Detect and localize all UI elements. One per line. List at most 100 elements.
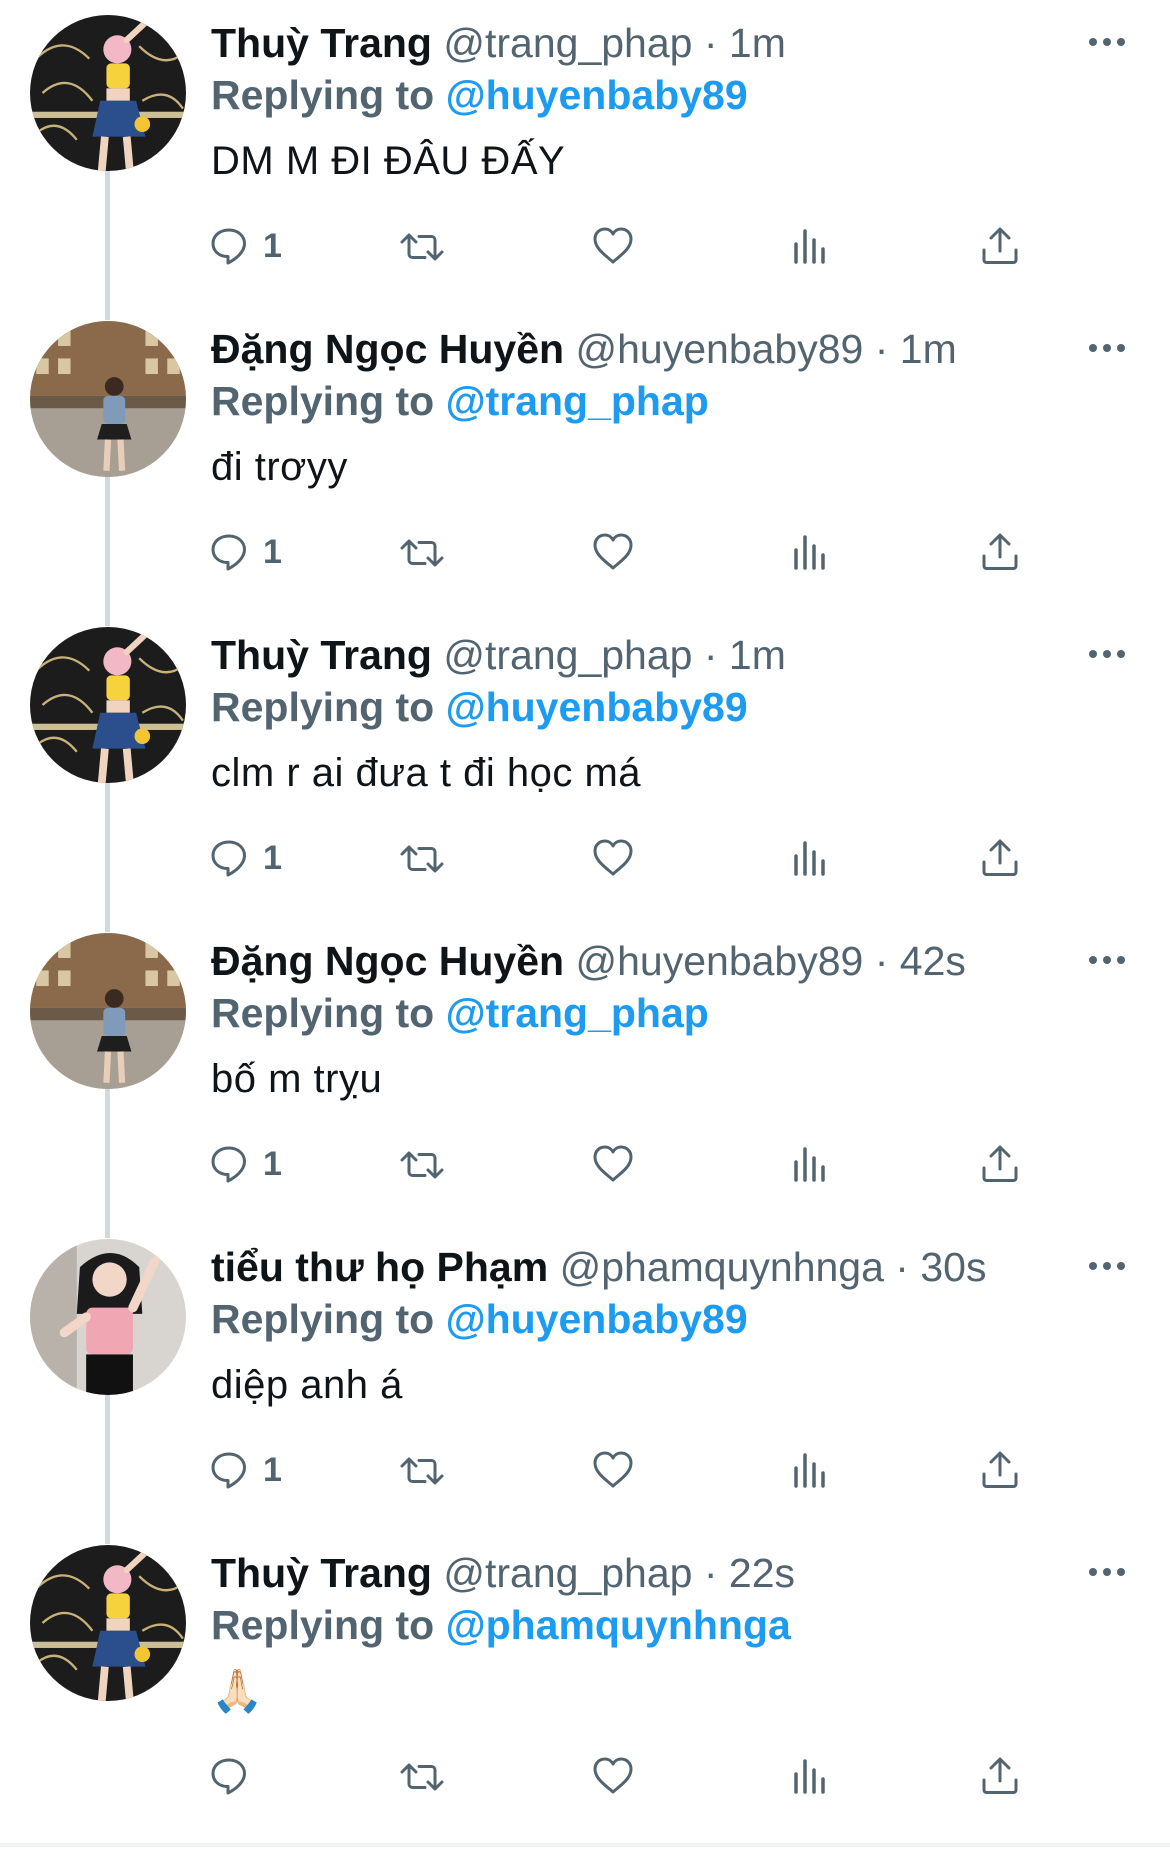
replying-to: Replying to @huyenbaby89 — [211, 1291, 748, 1347]
display-name[interactable]: Thuỳ Trang — [211, 20, 432, 66]
more-icon[interactable] — [1085, 940, 1129, 980]
tweet[interactable]: Thuỳ Trang @trang_phap · 1m Replying to @… — [0, 612, 1170, 932]
views-icon — [788, 836, 834, 880]
retweet-icon — [399, 530, 445, 574]
retweet-button[interactable] — [399, 1136, 445, 1192]
tweet-header: Thuỳ Trang @trang_phap · 1m — [211, 628, 786, 682]
reply-target-link[interactable]: @trang_phap — [446, 378, 709, 424]
retweet-icon — [399, 836, 445, 880]
reply-count: 1 — [263, 1144, 282, 1183]
heart-icon — [591, 1754, 637, 1798]
views-icon — [788, 1448, 834, 1492]
avatar[interactable] — [30, 1545, 186, 1701]
reply-button[interactable]: 1 — [209, 1136, 282, 1192]
handle-and-time: @huyenbaby89 · 42s — [575, 938, 966, 984]
like-button[interactable] — [591, 1748, 637, 1804]
views-icon — [788, 1754, 834, 1798]
tweet-header: tiểu thư họ Phạm @phamquynhnga · 30s — [211, 1240, 986, 1294]
tweet[interactable]: Đặng Ngọc Huyền @huyenbaby89 · 1m Replyin… — [0, 306, 1170, 626]
replying-to: Replying to @trang_phap — [211, 373, 709, 429]
retweet-button[interactable] — [399, 524, 445, 580]
reply-target-link[interactable]: @phamquynhnga — [446, 1602, 791, 1648]
avatar[interactable] — [30, 627, 186, 783]
bottom-divider — [0, 1843, 1170, 1847]
share-button[interactable] — [978, 218, 1024, 274]
reply-target-link[interactable]: @huyenbaby89 — [446, 684, 748, 730]
reply-count: 1 — [263, 838, 282, 877]
like-button[interactable] — [591, 1136, 637, 1192]
display-name[interactable]: Thuỳ Trang — [211, 632, 432, 678]
share-icon — [978, 1448, 1024, 1492]
more-icon[interactable] — [1085, 1246, 1129, 1286]
tweet[interactable]: Đặng Ngọc Huyền @huyenbaby89 · 42s Replyi… — [0, 918, 1170, 1238]
views-button[interactable] — [788, 1442, 834, 1498]
reply-icon — [209, 224, 255, 268]
reply-target-link[interactable]: @trang_phap — [446, 990, 709, 1036]
share-button[interactable] — [978, 524, 1024, 580]
views-button[interactable] — [788, 218, 834, 274]
more-icon[interactable] — [1085, 634, 1129, 674]
retweet-icon — [399, 1754, 445, 1798]
share-button[interactable] — [978, 1442, 1024, 1498]
display-name[interactable]: Đặng Ngọc Huyền — [211, 326, 564, 372]
tweet[interactable]: Thuỳ Trang @trang_phap · 1m Replying to @… — [0, 0, 1170, 320]
reply-button[interactable]: 1 — [209, 1442, 282, 1498]
thread-connector-line — [105, 1088, 110, 1238]
retweet-button[interactable] — [399, 830, 445, 886]
handle-and-time: @trang_phap · 22s — [443, 1550, 795, 1596]
more-icon[interactable] — [1085, 22, 1129, 62]
views-button[interactable] — [788, 1136, 834, 1192]
avatar[interactable] — [30, 933, 186, 1089]
reply-button[interactable] — [209, 1748, 263, 1804]
reply-target-link[interactable]: @huyenbaby89 — [446, 1296, 748, 1342]
more-icon[interactable] — [1085, 328, 1129, 368]
share-button[interactable] — [978, 1748, 1024, 1804]
reply-count: 1 — [263, 226, 282, 265]
like-button[interactable] — [591, 524, 637, 580]
views-button[interactable] — [788, 1748, 834, 1804]
retweet-button[interactable] — [399, 1748, 445, 1804]
thread-connector-line — [105, 1394, 110, 1544]
handle-and-time: @phamquynhnga · 30s — [559, 1244, 987, 1290]
tweet-header: Đặng Ngọc Huyền @huyenbaby89 · 1m — [211, 322, 957, 376]
share-icon — [978, 1754, 1024, 1798]
heart-icon — [591, 836, 637, 880]
reply-button[interactable]: 1 — [209, 218, 282, 274]
views-icon — [788, 224, 834, 268]
avatar[interactable] — [30, 321, 186, 477]
replying-to: Replying to @phamquynhnga — [211, 1597, 791, 1653]
reply-count: 1 — [263, 1450, 282, 1489]
heart-icon — [591, 1448, 637, 1492]
like-button[interactable] — [591, 1442, 637, 1498]
retweet-button[interactable] — [399, 1442, 445, 1498]
reply-count: 1 — [263, 532, 282, 571]
replying-to-label: Replying to — [211, 378, 446, 424]
reply-target-link[interactable]: @huyenbaby89 — [446, 72, 748, 118]
display-name[interactable]: tiểu thư họ Phạm — [211, 1244, 548, 1290]
reply-button[interactable]: 1 — [209, 830, 282, 886]
retweet-button[interactable] — [399, 218, 445, 274]
reply-icon — [209, 530, 255, 574]
reply-button[interactable]: 1 — [209, 524, 282, 580]
tweet-text: DM M ĐI ĐÂU ĐẤY — [211, 139, 566, 183]
share-icon — [978, 224, 1024, 268]
tweet[interactable]: tiểu thư họ Phạm @phamquynhnga · 30s Repl… — [0, 1224, 1170, 1544]
views-button[interactable] — [788, 524, 834, 580]
heart-icon — [591, 530, 637, 574]
tweet-text: đi trơyy — [211, 445, 348, 489]
views-button[interactable] — [788, 830, 834, 886]
display-name[interactable]: Thuỳ Trang — [211, 1550, 432, 1596]
share-button[interactable] — [978, 1136, 1024, 1192]
more-icon[interactable] — [1085, 1552, 1129, 1592]
display-name[interactable]: Đặng Ngọc Huyền — [211, 938, 564, 984]
views-icon — [788, 1142, 834, 1186]
share-button[interactable] — [978, 830, 1024, 886]
reply-thread: Thuỳ Trang @trang_phap · 1m Replying to @… — [0, 0, 1170, 1850]
avatar[interactable] — [30, 15, 186, 171]
tweet[interactable]: Thuỳ Trang @trang_phap · 22s Replying to … — [0, 1530, 1170, 1836]
like-button[interactable] — [591, 830, 637, 886]
replying-to-label: Replying to — [211, 72, 446, 118]
tweet-text: clm r ai đưa t đi học má — [211, 751, 642, 795]
avatar[interactable] — [30, 1239, 186, 1395]
like-button[interactable] — [591, 218, 637, 274]
